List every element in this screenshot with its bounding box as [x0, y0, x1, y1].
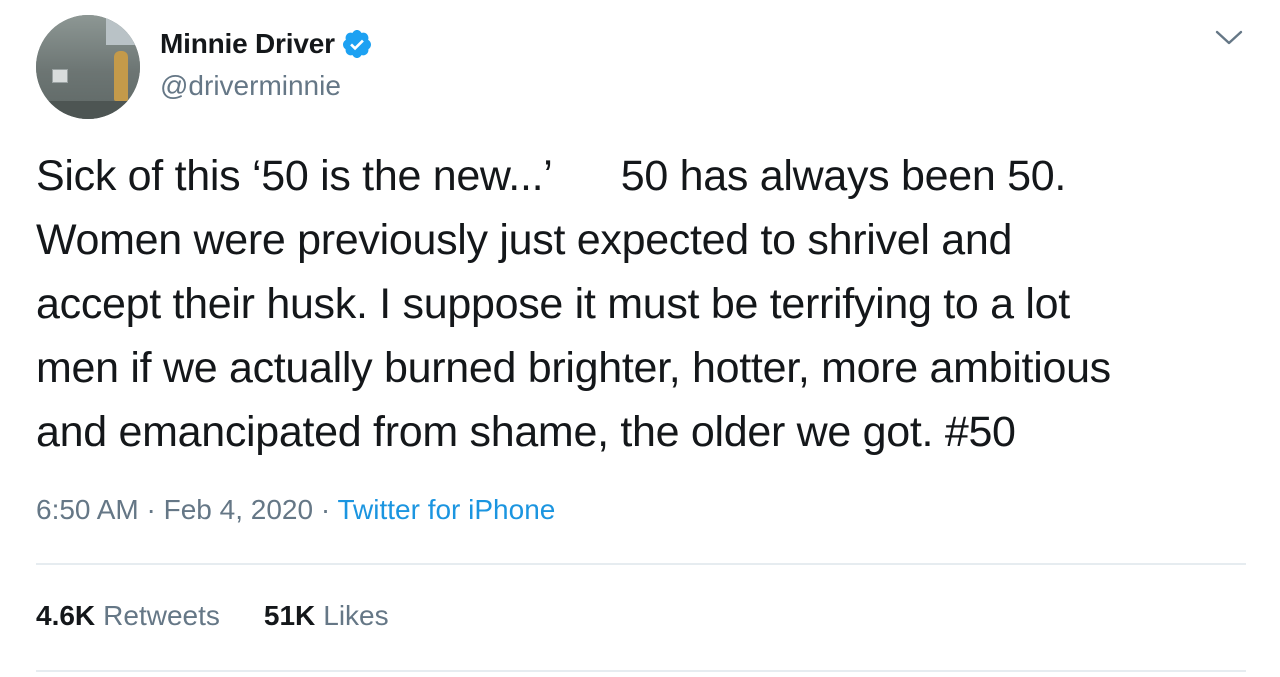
avatar-photo-sky	[106, 15, 140, 45]
avatar-photo-person	[114, 51, 128, 101]
tweet-text-line: men if we actually burned brighter, hott…	[36, 344, 1111, 392]
tweet-menu-button[interactable]	[1212, 26, 1246, 54]
divider	[36, 563, 1246, 565]
tweet-metadata: 6:50 AM · Feb 4, 2020 · Twitter for iPho…	[36, 494, 555, 526]
tweet-text-line: Sick of this ‘50 is the new...’ 50 has a…	[36, 152, 1067, 200]
tweet-timestamp-time[interactable]: 6:50 AM	[36, 494, 139, 525]
chevron-down-icon	[1214, 29, 1244, 52]
likes-count: 51K	[263, 600, 316, 631]
author-display-name[interactable]: Minnie Driver	[160, 28, 335, 60]
meta-separator: ·	[146, 494, 156, 525]
avatar-photo-ground	[36, 101, 140, 119]
retweets-label: Retweets	[103, 600, 220, 631]
verified-badge-icon	[341, 28, 373, 60]
tweet-text-line: Women were previously just expected to s…	[36, 216, 1013, 264]
divider	[36, 670, 1246, 672]
avatar-photo-sign	[52, 69, 68, 83]
tweet-text-line: accept their husk. I suppose it must be …	[36, 280, 1070, 328]
tweet-card: Minnie Driver @driverminnie Sick of this…	[0, 0, 1280, 677]
tweet-source-link[interactable]: Twitter for iPhone	[337, 494, 555, 525]
retweets-stat[interactable]: 4.6K Retweets	[36, 600, 220, 632]
avatar[interactable]	[36, 15, 140, 119]
author-handle[interactable]: @driverminnie	[160, 70, 341, 102]
retweets-count: 4.6K	[36, 600, 96, 631]
tweet-timestamp-date[interactable]: Feb 4, 2020	[164, 494, 313, 525]
meta-separator: ·	[320, 494, 331, 525]
likes-label: Likes	[323, 600, 389, 631]
tweet-text: Sick of this ‘50 is the new...’ 50 has a…	[36, 144, 1256, 464]
tweet-text-line: and emancipated from shame, the older we…	[36, 408, 1016, 456]
likes-stat[interactable]: 51K Likes	[264, 600, 389, 632]
author-name-row: Minnie Driver	[160, 28, 373, 60]
engagement-stats: 4.6K Retweets 51K Likes	[36, 600, 389, 632]
